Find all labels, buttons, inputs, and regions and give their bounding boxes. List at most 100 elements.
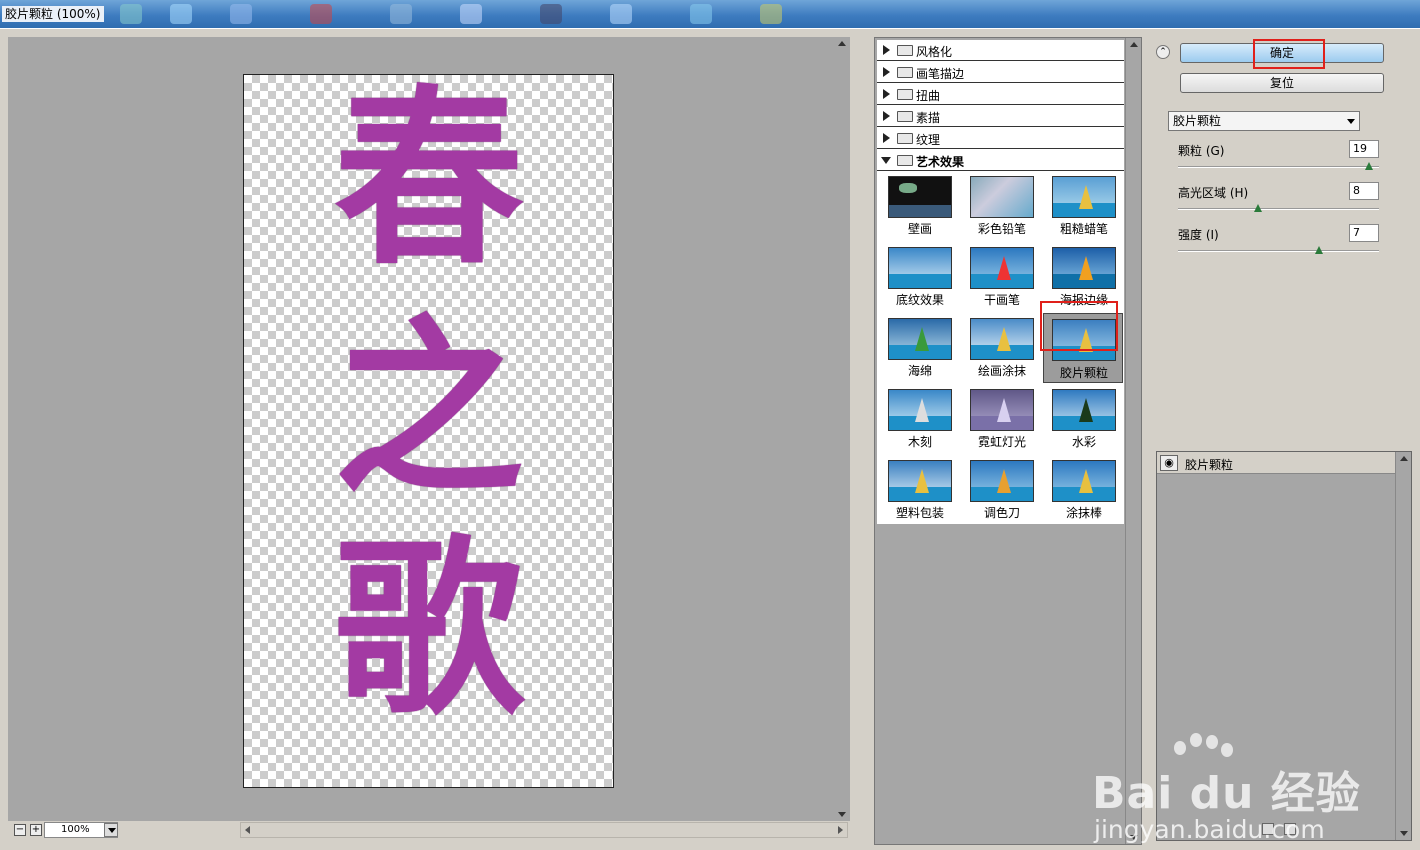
filter-label: 壁画 (907, 222, 932, 236)
category-sketch[interactable]: 素描 (877, 106, 1124, 127)
filter-preview-image (888, 460, 952, 502)
filter-tree: 风格化 画笔描边 扭曲 素描 纹理 艺术效果 壁画 彩色铅笔 粗糙蜡笔 底纹效果… (877, 40, 1124, 524)
filter-thumb-colored-pencil[interactable]: 彩色铅笔 (963, 172, 1041, 238)
slider-thumb-icon[interactable] (1254, 204, 1263, 212)
filter-label: 塑料包装 (895, 506, 944, 520)
scroll-down-icon[interactable] (838, 812, 846, 817)
category-label: 艺术效果 (916, 155, 965, 169)
effect-layer-row[interactable]: ◉ 胶片颗粒 (1157, 452, 1397, 474)
folder-icon (897, 111, 913, 122)
highlight-film-grain (1040, 301, 1118, 351)
taskbar-icon (170, 4, 192, 24)
filter-label: 胶片颗粒 (1059, 366, 1108, 380)
filter-label: 水彩 (1071, 435, 1096, 449)
filter-preview-image (888, 318, 952, 360)
scroll-down-icon[interactable] (1400, 831, 1408, 836)
taskbar-icon (120, 4, 142, 24)
expand-triangle-icon[interactable] (883, 45, 890, 55)
preview-canvas[interactable]: 春 之 歌 (243, 74, 614, 788)
scroll-up-icon[interactable] (838, 41, 846, 46)
filter-preview-image (1052, 176, 1116, 218)
category-distort[interactable]: 扭曲 (877, 84, 1124, 105)
layers-scrollbar[interactable] (1395, 452, 1411, 840)
highlight-area-slider[interactable] (1178, 204, 1379, 212)
intensity-input[interactable]: 7 (1349, 224, 1379, 242)
scroll-left-icon[interactable] (245, 826, 250, 834)
filter-thumb-dry-brush[interactable]: 干画笔 (963, 243, 1041, 309)
filter-thumb-neon-glow[interactable]: 霓虹灯光 (963, 385, 1041, 451)
grain-input[interactable]: 19 (1349, 140, 1379, 158)
filter-select[interactable]: 胶片颗粒 (1168, 111, 1360, 131)
slider-thumb-icon[interactable] (1364, 162, 1373, 170)
filter-preview-image (1052, 247, 1116, 289)
expand-triangle-icon[interactable] (883, 133, 890, 143)
filter-thumb-plastic-wrap[interactable]: 塑料包装 (881, 456, 959, 522)
filter-label: 粗糙蜡笔 (1059, 222, 1108, 236)
filter-thumb-watercolor[interactable]: 水彩 (1045, 385, 1123, 451)
expand-triangle-icon[interactable] (883, 67, 890, 77)
filter-thumb-rough-pastels[interactable]: 粗糙蜡笔 (1045, 172, 1123, 238)
expand-triangle-icon[interactable] (883, 111, 890, 121)
intensity-label: 强度 (I) (1178, 228, 1219, 242)
glyph-ge: 歌 (333, 519, 524, 740)
delete-effect-layer-icon[interactable] (1284, 823, 1296, 835)
filter-thumb-cutout[interactable]: 木刻 (881, 385, 959, 451)
filter-thumb-underpainting[interactable]: 底纹效果 (881, 243, 959, 309)
preview-vertical-scrollbar[interactable] (834, 37, 850, 821)
title-bar: 胶片颗粒 (100%) (0, 0, 1420, 28)
new-effect-layer-icon[interactable] (1262, 823, 1274, 835)
category-label: 素描 (916, 111, 941, 125)
slider-thumb-icon[interactable] (1314, 246, 1323, 254)
zoom-in-button[interactable]: + (30, 824, 42, 836)
scroll-right-icon[interactable] (838, 826, 843, 834)
filter-preview-image (1052, 389, 1116, 431)
visibility-eye-icon[interactable]: ◉ (1160, 455, 1178, 471)
filter-preview-image (970, 247, 1034, 289)
expand-triangle-icon[interactable] (883, 89, 890, 99)
scroll-up-icon[interactable] (1130, 42, 1138, 47)
category-label: 画笔描边 (916, 67, 965, 81)
category-brush-strokes[interactable]: 画笔描边 (877, 62, 1124, 83)
taskbar-icon (460, 4, 482, 24)
highlight-area-input[interactable]: 8 (1349, 182, 1379, 200)
filter-preview-image (1052, 460, 1116, 502)
filter-tree-panel: 风格化 画笔描边 扭曲 素描 纹理 艺术效果 壁画 彩色铅笔 粗糙蜡笔 底纹效果… (874, 37, 1142, 845)
category-label: 风格化 (916, 45, 953, 59)
intensity-slider[interactable] (1178, 246, 1379, 254)
zoom-out-button[interactable]: − (14, 824, 26, 836)
zoom-level-value: 100% (61, 824, 90, 835)
reset-button[interactable]: 复位 (1180, 73, 1384, 93)
filter-thumb-poster-edges[interactable]: 海报边缘 (1045, 243, 1123, 309)
filter-thumb-fresco[interactable]: 壁画 (881, 172, 959, 238)
collapse-gallery-icon[interactable]: ⌃ (1156, 45, 1170, 59)
filter-label: 底纹效果 (895, 293, 944, 307)
zoom-dropdown[interactable] (104, 823, 118, 837)
filter-label: 绘画涂抹 (977, 364, 1026, 378)
chevron-down-icon (108, 828, 116, 833)
folder-icon (897, 67, 913, 78)
filter-thumb-smudge-stick[interactable]: 涂抹棒 (1045, 456, 1123, 522)
filter-tree-scrollbar[interactable] (1125, 38, 1141, 844)
category-texture[interactable]: 纹理 (877, 128, 1124, 149)
filter-thumb-palette-knife[interactable]: 调色刀 (963, 456, 1041, 522)
preview-horizontal-scrollbar[interactable] (240, 822, 848, 838)
category-stylize[interactable]: 风格化 (877, 40, 1124, 61)
scroll-up-icon[interactable] (1400, 456, 1408, 461)
collapse-triangle-icon[interactable] (881, 157, 891, 164)
filter-preview-image (888, 247, 952, 289)
filter-preview-image (888, 176, 952, 218)
folder-icon (897, 89, 913, 100)
filter-preview-image (970, 318, 1034, 360)
taskbar-icon (390, 4, 412, 24)
taskbar-icon (540, 4, 562, 24)
grain-label: 颗粒 (G) (1178, 144, 1225, 158)
category-artistic[interactable]: 艺术效果 (877, 150, 1124, 171)
category-label: 扭曲 (916, 89, 941, 103)
filter-label: 干画笔 (983, 293, 1020, 307)
highlight-ok (1253, 39, 1325, 69)
filter-thumb-paint-daubs[interactable]: 绘画涂抹 (963, 314, 1041, 380)
filter-thumb-sponge[interactable]: 海绵 (881, 314, 959, 380)
grain-slider[interactable] (1178, 162, 1379, 170)
taskbar-icon (690, 4, 712, 24)
scroll-down-icon[interactable] (1130, 835, 1138, 840)
